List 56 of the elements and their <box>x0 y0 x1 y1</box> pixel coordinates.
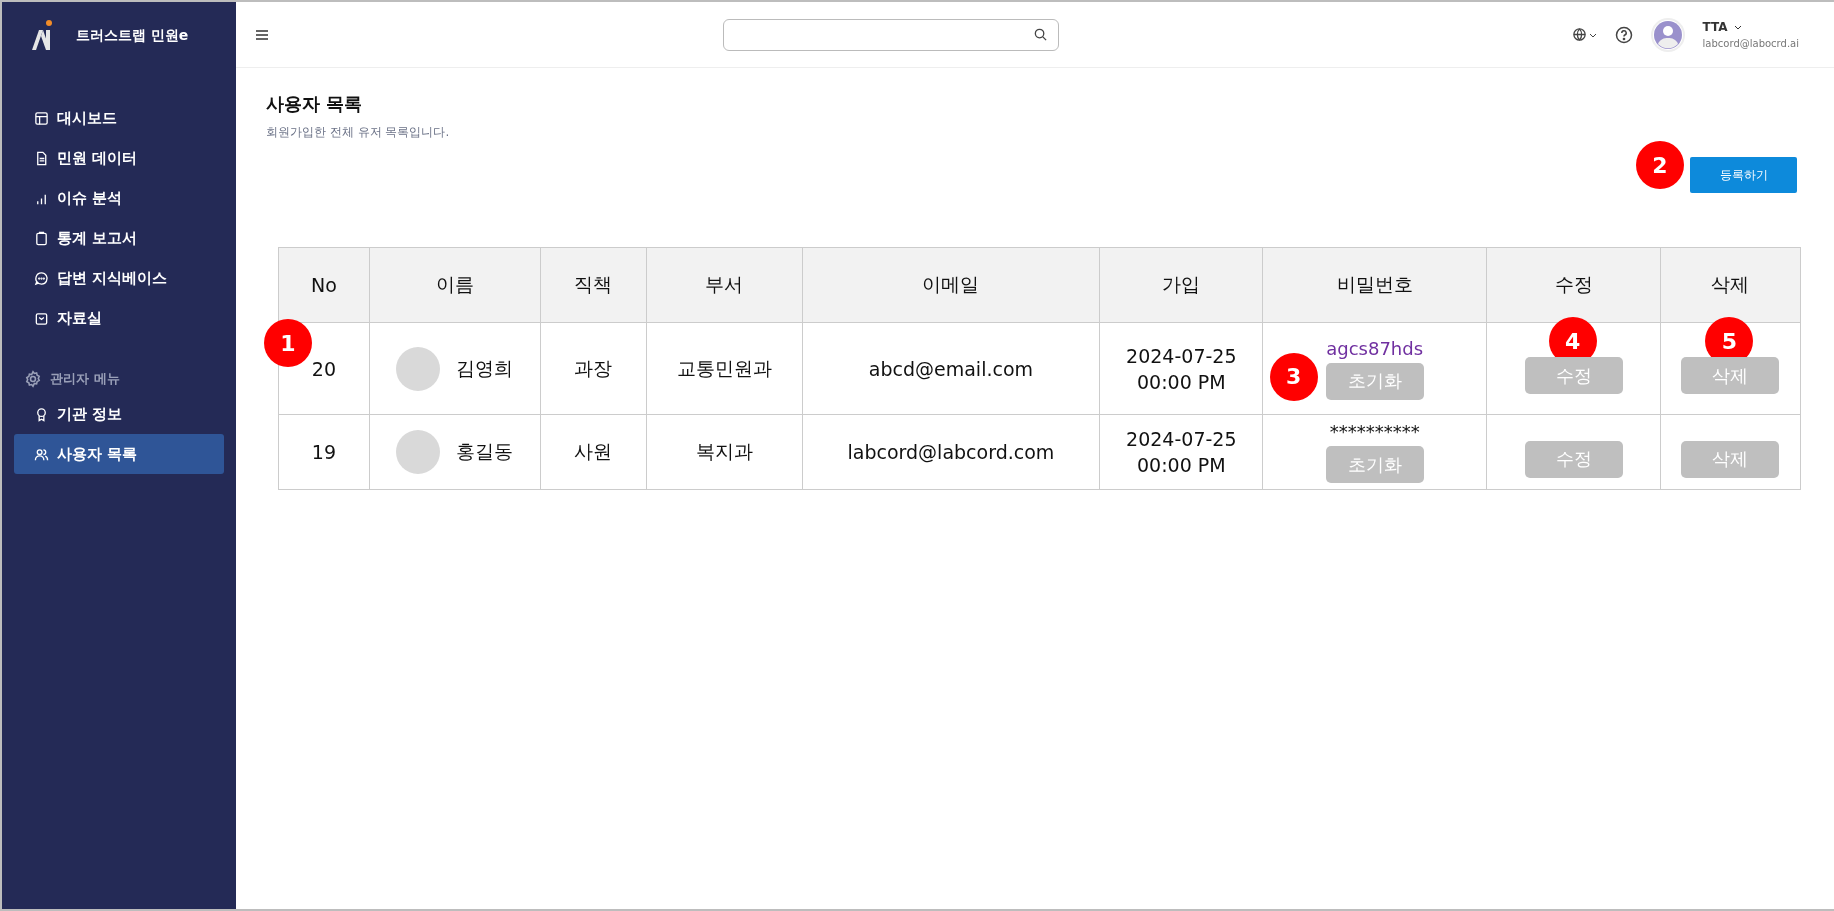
globe-icon <box>1571 27 1587 42</box>
password-text: ********** <box>1329 421 1420 442</box>
callout-number: 2 <box>1636 141 1684 189</box>
table-cell-text: 홍길동 <box>456 439 514 464</box>
chevron-down-icon[interactable] <box>1733 23 1742 31</box>
sidebar-item[interactable]: 민원 데이터 <box>14 138 224 178</box>
chat-bubble-icon <box>34 270 49 286</box>
table-cell-text: 2024-07-25 00:00 PM <box>1125 344 1238 393</box>
table-cell: 과장 <box>540 322 647 415</box>
table-cell-text: 2024-07-25 00:00 PM <box>1125 428 1238 476</box>
document-icon <box>34 150 49 166</box>
callout-number: 1 <box>264 319 312 367</box>
sidebar-item[interactable]: 사용자 목록 <box>14 434 224 474</box>
column-header: 가입 <box>1099 247 1263 323</box>
sidebar-item[interactable]: 통계 보고서 <box>14 218 224 258</box>
help-icon[interactable] <box>1614 25 1633 44</box>
section-label: 관리자 메뉴 <box>50 370 120 388</box>
avatar-placeholder <box>396 430 441 474</box>
sidebar-item[interactable]: 기관 정보 <box>14 394 224 434</box>
table-cell: 복지과 <box>646 414 802 490</box>
column-header: 삭제 <box>1660 247 1801 323</box>
table-cell: abcd@email.com <box>802 322 1100 415</box>
table-cell: labcord@labcord.com <box>802 414 1100 490</box>
column-header: 비밀번호 <box>1262 247 1487 323</box>
archive-box-icon <box>34 310 49 326</box>
gear-icon <box>24 370 42 388</box>
clipboard-icon <box>34 230 49 246</box>
password-text: agcs87hds <box>1326 337 1424 359</box>
callout-number: 3 <box>1269 352 1318 401</box>
table-cell: 교통민원과 <box>646 322 802 415</box>
sidebar-item[interactable]: 대시보드 <box>14 98 224 138</box>
brand-name: 트러스트랩 민원e <box>76 27 189 45</box>
register-button[interactable]: 등록하기 <box>1690 157 1797 193</box>
table-cell-text: 김영희 <box>456 355 514 381</box>
search-icon <box>1032 27 1048 42</box>
sidebar-item[interactable]: 답변 지식베이스 <box>14 258 224 298</box>
column-header: No <box>278 247 370 323</box>
page-subtitle: 회원가입한 전체 유저 목록입니다. <box>266 124 451 141</box>
sidebar-item[interactable]: 이슈 분석 <box>14 178 224 218</box>
layout-icon <box>34 110 49 126</box>
user-name: TTA <box>1702 20 1728 34</box>
page-title: 사용자 목록 <box>266 92 364 116</box>
user-email: labcord@labocrd.ai <box>1702 38 1799 49</box>
sidebar-item[interactable]: 자료실 <box>14 298 224 338</box>
avatar-icon[interactable] <box>1650 17 1685 52</box>
column-header: 직책 <box>540 247 647 323</box>
language-selector[interactable] <box>1571 27 1597 42</box>
column-header: 수정 <box>1486 247 1661 323</box>
users-icon <box>34 446 49 462</box>
award-icon <box>34 406 49 422</box>
column-header: 부서 <box>646 247 802 323</box>
table-cell: 사원 <box>540 414 647 490</box>
table-cell: 19 <box>278 414 370 490</box>
search-field[interactable] <box>722 18 1059 51</box>
column-header: 이메일 <box>802 247 1100 323</box>
column-header: 이름 <box>369 247 541 323</box>
